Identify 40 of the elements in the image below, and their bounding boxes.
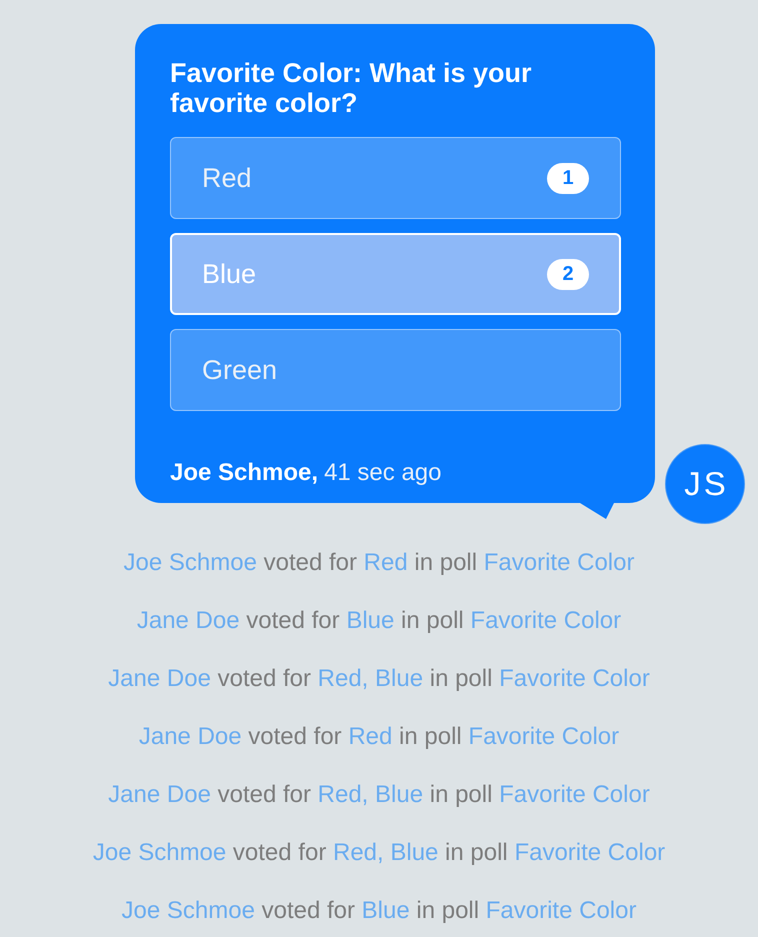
option-label: Red (202, 162, 252, 194)
poll-link[interactable]: Favorite Color (484, 549, 634, 576)
vote-activity-text: Jane Doe voted for Red, Blue in poll Favorite Color (108, 781, 650, 809)
vote-activity-text: Jane Doe voted for Red in poll Favorite Color (138, 723, 620, 751)
poll-link[interactable]: Favorite Color (514, 839, 666, 866)
choice-link[interactable]: Red, Blue (332, 839, 438, 866)
choice-link[interactable]: Red (348, 723, 392, 750)
poll-link[interactable]: Favorite Color (470, 607, 622, 634)
voter-link[interactable]: Jane Doe (138, 723, 242, 750)
poll-link[interactable]: Favorite Color (499, 781, 650, 808)
option-label: Green (202, 354, 278, 386)
choice-link[interactable]: Red (364, 549, 408, 576)
poll-question: Favorite Color: What is your favorite color? (170, 58, 533, 118)
poll-link[interactable]: Favorite Color (499, 665, 650, 692)
sender-name: Joe Schmoe, (170, 459, 318, 486)
choice-link[interactable]: Red, Blue (318, 781, 424, 808)
voter-link[interactable]: Joe Schmoe (122, 897, 255, 924)
voter-link[interactable]: Joe Schmoe (92, 839, 226, 866)
poll-option[interactable]: Blue 2 (170, 233, 621, 315)
poll-link[interactable]: Favorite Color (468, 723, 620, 750)
vote-count: 1 (547, 162, 589, 194)
vote-activity-text: Joe Schmoe voted for Blue in poll Favorite Color (122, 897, 636, 925)
vote-activity-text: Joe Schmoe voted for Red in poll Favorite Color (124, 549, 634, 577)
poll-link[interactable]: Favorite Color (486, 897, 636, 924)
choice-link[interactable]: Blue (346, 607, 394, 634)
option-label: Blue (202, 258, 256, 290)
vote-activity-text: Jane Doe voted for Blue in poll Favorite Color (136, 607, 622, 635)
voter-link[interactable]: Jane Doe (108, 665, 211, 692)
message-time: 41 sec ago (324, 459, 442, 486)
vote-activity-text: Joe Schmoe voted for Red, Blue in poll Favorite Color (92, 839, 666, 867)
choice-link[interactable]: Red, Blue (318, 665, 424, 692)
poll-option[interactable]: Green (170, 329, 621, 411)
voter-link[interactable]: Joe Schmoe (124, 549, 257, 576)
voter-link[interactable]: Jane Doe (108, 781, 211, 808)
poll-option[interactable]: Red 1 (170, 137, 621, 219)
choice-link[interactable]: Blue (362, 897, 410, 924)
vote-activity-text: Jane Doe voted for Red, Blue in poll Favorite Color (108, 665, 650, 693)
voter-link[interactable]: Jane Doe (136, 607, 240, 634)
vote-count: 2 (547, 258, 589, 290)
user-avatar: JS (665, 444, 745, 524)
